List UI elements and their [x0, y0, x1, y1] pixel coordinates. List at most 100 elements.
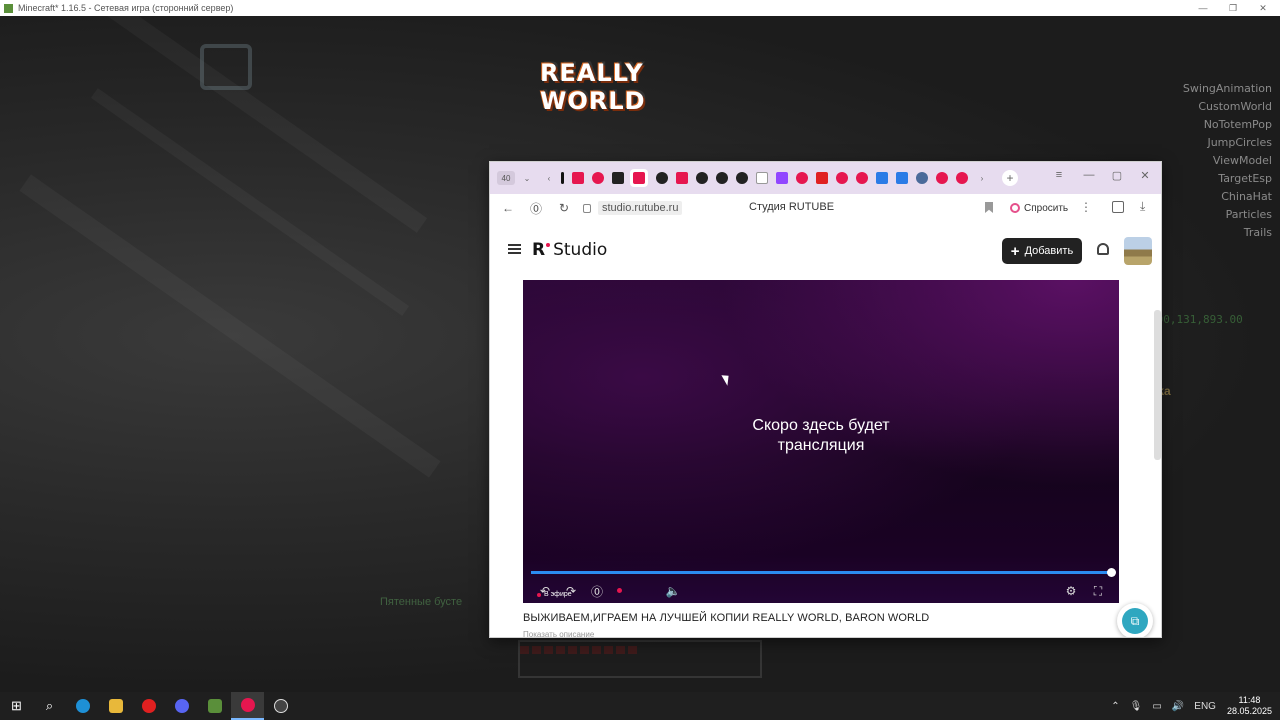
search-icon[interactable]: ⌕ [33, 692, 66, 720]
minimize-button[interactable]: — [1188, 0, 1218, 16]
tab-favicon[interactable] [816, 172, 828, 184]
studio-header: R Studio + Добавить [490, 222, 1161, 280]
mod-item: ChinaHat [1221, 190, 1272, 203]
tab-favicon[interactable] [856, 172, 868, 184]
tab-favicon[interactable] [756, 172, 768, 184]
add-button[interactable]: + Добавить [1002, 238, 1082, 264]
mouse-cursor-icon [721, 372, 733, 386]
bookmark-icon[interactable] [985, 202, 993, 213]
tab-favicon[interactable] [836, 172, 848, 184]
tab-favicon[interactable] [696, 172, 708, 184]
taskbar-yandex-browser[interactable] [231, 692, 264, 720]
player-message-line1: Скоро здесь будет [752, 417, 890, 434]
tab-favicon[interactable] [956, 172, 968, 184]
live-indicator-dot [617, 588, 622, 593]
browser-minimize-button[interactable]: — [1075, 162, 1103, 188]
taskbar-edge[interactable] [66, 692, 99, 720]
tab-favicon[interactable] [796, 172, 808, 184]
taskbar-minecraft[interactable] [198, 692, 231, 720]
chevron-up-icon[interactable]: ⌃ [1111, 701, 1119, 712]
fullscreen-icon[interactable]: ⛶ [1090, 583, 1106, 599]
mod-item: TargetEsp [1218, 172, 1272, 185]
live-return-icon[interactable]: ⓪ [589, 583, 605, 599]
maximize-button[interactable]: ❐ [1218, 0, 1248, 16]
chevron-right-icon[interactable]: › [976, 172, 988, 184]
player-placeholder-message: Скоро здесь будет трансляция [523, 416, 1119, 456]
bell-icon[interactable] [1097, 243, 1109, 255]
mod-list: SwingAnimation CustomWorld NoTotemPop Ju… [1183, 80, 1272, 242]
chat-icon: ⧉ [1122, 608, 1148, 634]
close-button[interactable]: ✕ [1248, 0, 1278, 16]
live-label-text: В эфире [544, 591, 572, 598]
rutube-studio-page: R Studio + Добавить Скоро здесь будет тр… [490, 222, 1161, 637]
browser-maximize-button[interactable]: ▢ [1103, 162, 1131, 188]
menu-icon[interactable] [508, 244, 521, 254]
progress-knob[interactable] [1107, 568, 1116, 577]
tab-divider [561, 172, 564, 184]
tab-favicon[interactable] [776, 172, 788, 184]
system-tray: ⌃ 🎙 ▭ 🔊 ENG 11:48 28.05.2025 [1106, 692, 1280, 720]
browser-close-button[interactable]: ✕ [1131, 162, 1159, 188]
download-icon[interactable]: ⤓ [1140, 199, 1145, 214]
network-icon[interactable]: ▭ [1152, 701, 1161, 712]
tab-favicon[interactable] [612, 172, 624, 184]
browser-menu-icon[interactable]: ≡ [1045, 162, 1073, 188]
taskbar-obs[interactable] [264, 692, 297, 720]
address-bar: ← ⓪ ↻ studio.rutube.ru Студия RUTUBE Спр… [490, 194, 1161, 222]
page-title: Студия RUTUBE [749, 201, 835, 213]
hotbar [518, 640, 762, 678]
tab-favicon[interactable] [572, 172, 584, 184]
tab-count-badge[interactable]: 40 [497, 171, 515, 185]
microphone-icon[interactable]: 🎙 [1130, 701, 1143, 712]
mod-item: CustomWorld [1198, 100, 1272, 113]
chevron-down-icon[interactable]: ⌄ [521, 172, 533, 184]
tab-favicon[interactable] [896, 172, 908, 184]
language-indicator[interactable]: ENG [1194, 701, 1216, 712]
tab-favicon[interactable] [676, 172, 688, 184]
ask-button[interactable]: Спросить [1010, 199, 1068, 217]
video-player[interactable]: Скоро здесь будет трансляция ↶ ↷ ⓪ 🔈 В э… [523, 280, 1119, 603]
back-arrow-icon[interactable]: ← [497, 197, 519, 219]
tab-favicon[interactable] [936, 172, 948, 184]
tab-favicon[interactable] [592, 172, 604, 184]
live-label: В эфире [537, 591, 572, 598]
start-windows-icon[interactable]: ⊞ [0, 692, 33, 720]
protect-icon[interactable]: ⓪ [525, 197, 547, 219]
clock-date: 28.05.2025 [1226, 706, 1272, 716]
server-logo: REALLY WORLD [540, 54, 740, 120]
taskbar-discord[interactable] [165, 692, 198, 720]
clock[interactable]: 11:48 28.05.2025 [1227, 695, 1272, 717]
mod-item: JumpCircles [1207, 136, 1272, 149]
ask-icon [1010, 203, 1020, 213]
logo-dot-icon [546, 243, 551, 247]
volume-icon[interactable]: 🔈 [665, 583, 681, 599]
tab-active[interactable] [630, 169, 648, 187]
taskbar-explorer[interactable] [99, 692, 132, 720]
page-scrollbar[interactable] [1154, 310, 1161, 460]
taskbar-yandex[interactable] [132, 692, 165, 720]
lock-icon [583, 203, 591, 213]
tab-favicon[interactable] [916, 172, 928, 184]
new-tab-button[interactable]: + [1002, 170, 1018, 186]
avatar[interactable] [1124, 237, 1152, 265]
support-chat-button[interactable]: ⧉ [1117, 603, 1153, 637]
chevron-left-icon[interactable]: ‹ [543, 172, 555, 184]
show-description-link[interactable]: Показать описание [523, 630, 594, 637]
yandex-browser-icon [240, 698, 255, 712]
scene-streak [19, 174, 441, 478]
browser-window: 40 ⌄ ‹ › + ≡ — ▢ ✕ ← ⓪ ↻ studio.rutube.r… [489, 161, 1162, 638]
speaker-icon[interactable]: 🔊 [1172, 701, 1184, 712]
reload-icon[interactable]: ↻ [553, 197, 575, 219]
live-dot-icon [537, 592, 541, 597]
tab-favicon[interactable] [876, 172, 888, 184]
extensions-icon[interactable] [1112, 201, 1124, 213]
mod-item: Trails [1243, 226, 1272, 239]
settings-gear-icon[interactable]: ⚙ [1063, 583, 1079, 599]
more-icon[interactable]: ⋮ [1080, 200, 1092, 214]
tab-favicon[interactable] [656, 172, 668, 184]
tab-favicon[interactable] [736, 172, 748, 184]
tab-favicon[interactable] [716, 172, 728, 184]
mod-item: ViewModel [1212, 154, 1272, 167]
yandex-icon [141, 699, 156, 713]
studio-logo[interactable]: R Studio [532, 240, 607, 260]
